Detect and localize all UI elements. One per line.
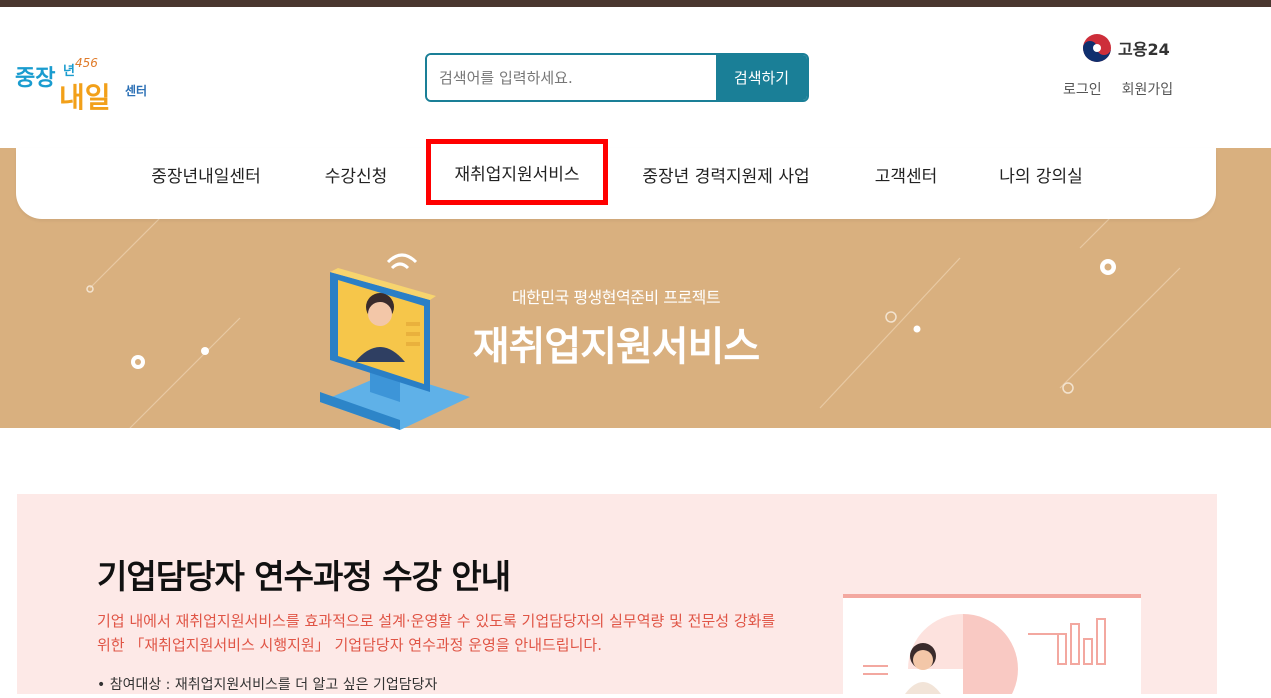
signup-link[interactable]: 회원가입 xyxy=(1122,79,1174,99)
nav-item-center[interactable]: 중장년내일센터 xyxy=(136,148,276,200)
nav-item-my-classroom[interactable]: 나의 강의실 xyxy=(981,148,1101,200)
search-input[interactable] xyxy=(427,55,716,100)
nav-item-customer-center[interactable]: 고객센터 xyxy=(851,148,961,200)
top-bar xyxy=(0,0,1271,7)
nav-item-enroll[interactable]: 수강신청 xyxy=(306,148,406,200)
gov-taeguk-icon xyxy=(1083,34,1111,62)
office-illustration xyxy=(843,594,1141,698)
hero-title: 재취업지원서비스 xyxy=(472,324,760,370)
svg-text:내일: 내일 xyxy=(59,81,111,114)
login-link[interactable]: 로그인 xyxy=(1063,79,1102,99)
main-nav: 중장년내일센터 수강신청 재취업지원서비스 중장년 경력지원제 사업 고객센터 … xyxy=(16,139,1216,219)
wifi-signal-icon xyxy=(386,253,418,270)
section-title: 기업담당자 연수과정 수강 안내 xyxy=(97,557,511,596)
notice-card: 기업담당자 연수과정 수강 안내 기업 내에서 재취업지원서비스를 효과적으로 … xyxy=(17,494,1217,698)
svg-text:센터: 센터 xyxy=(125,83,147,98)
search-box: 검색하기 xyxy=(425,53,809,102)
search-button[interactable]: 검색하기 xyxy=(716,55,807,100)
gov-employment-link[interactable]: 고용24 xyxy=(1082,33,1170,63)
gov-label: 고용24 xyxy=(1118,40,1170,59)
section-bullet: • 참여대상 : 재취업지원서비스를 더 알고 싶은 기업담당자 xyxy=(97,677,438,693)
svg-text:456: 456 xyxy=(75,56,98,70)
svg-text:년: 년 xyxy=(63,64,75,79)
svg-text:중장: 중장 xyxy=(15,66,55,91)
auth-links: 로그인 회원가입 xyxy=(1063,79,1173,99)
hero-subtitle: 대한민국 평생현역준비 프로젝트 xyxy=(511,288,721,307)
section-description: 기업 내에서 재취업지원서비스를 효과적으로 설계·운영할 수 있도록 기업담당… xyxy=(97,612,776,654)
site-header: 중장 년 456 내일 센터 검색하기 고용24 로그인 회원가입 xyxy=(0,7,1271,152)
nav-item-career-support[interactable]: 중장년 경력지원제 사업 xyxy=(626,148,826,200)
nav-item-reemployment-service[interactable]: 재취업지원서비스 xyxy=(426,139,608,205)
site-logo[interactable]: 중장 년 456 내일 센터 xyxy=(15,49,165,119)
